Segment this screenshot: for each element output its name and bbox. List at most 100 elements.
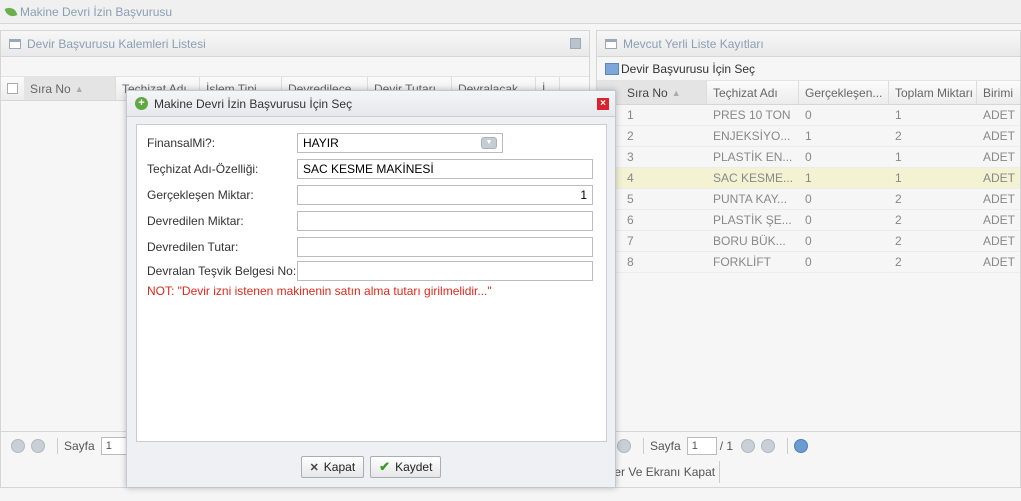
column-techizat-adi[interactable]: Teçhizat Adı xyxy=(707,81,799,104)
table-cell: 0 xyxy=(805,192,812,206)
tesvik-row: Devralan Teşvik Belgesi No: xyxy=(147,261,593,281)
table-cell: PRES 10 TON xyxy=(713,108,791,122)
leaf-icon xyxy=(4,5,18,18)
select-for-transfer-button[interactable]: Devir Başvurusu İçin Seç xyxy=(621,62,755,76)
check-icon: ✔ xyxy=(379,459,391,474)
techizat-field[interactable]: SAC KESME MAKİNESİ xyxy=(297,159,593,179)
devredilen-tutar-field[interactable] xyxy=(297,237,593,257)
kalem-toolbar xyxy=(1,57,589,77)
table-cell: 1 xyxy=(895,108,902,122)
finansal-label: FinansalMi?: xyxy=(147,136,216,150)
pager-divider xyxy=(787,437,789,454)
save-button-label: Kaydet xyxy=(395,460,433,474)
sort-asc-icon: ▲ xyxy=(671,87,681,98)
close-button-label: Kapat xyxy=(323,460,356,474)
table-row[interactable]: 4 SAC KESME... 1 1 ADET xyxy=(597,168,1020,189)
table-cell: PLASTİK EN... xyxy=(713,150,793,164)
tesvik-label: Devralan Teşvik Belgesi No: xyxy=(147,264,297,278)
column-birimi[interactable]: Birimi xyxy=(977,81,1017,104)
close-icon[interactable]: × xyxy=(597,98,609,110)
table-cell: ADET xyxy=(983,108,1016,122)
mevcut-liste-header: Mevcut Yerli Liste Kayıtları xyxy=(597,31,1020,57)
table-row[interactable]: 5 PUNTA KAY... 0 2 ADET xyxy=(597,189,1020,210)
app-title: Makine Devri İzin Başvurusu xyxy=(20,4,173,19)
dialog-title: Makine Devri İzin Başvurusu İçin Seç xyxy=(154,96,353,111)
table-cell: 2 xyxy=(895,255,902,269)
mevcut-pager: Sayfa 1 / 1 xyxy=(597,431,1020,459)
gerceklesen-row: Gerçekleşen Miktar: 1 xyxy=(147,185,593,205)
table-row[interactable]: 2 ENJEKSİYO... 1 2 ADET xyxy=(597,126,1020,147)
add-icon: + xyxy=(135,97,148,110)
table-cell: 1 xyxy=(895,171,902,185)
table-cell: ADET xyxy=(983,150,1016,164)
window-icon xyxy=(605,38,617,49)
table-cell: ADET xyxy=(983,213,1016,227)
column-toplam-miktari[interactable]: Toplam Miktarı xyxy=(889,81,977,104)
table-cell: 2 xyxy=(895,129,902,143)
select-dialog: + Makine Devri İzin Başvurusu İçin Seç ×… xyxy=(126,90,616,488)
gerceklesen-field[interactable]: 1 xyxy=(297,185,593,205)
finansal-value: HAYIR xyxy=(303,136,339,150)
mevcut-liste-title: Mevcut Yerli Liste Kayıtları xyxy=(623,36,764,51)
page-total: / 1 xyxy=(719,438,734,453)
devredilen-tutar-row: Devredilen Tutar: xyxy=(147,237,593,257)
pager-divider xyxy=(643,437,644,454)
finansal-select[interactable]: HAYIR ▼ xyxy=(297,133,503,153)
page-number-input[interactable]: 1 xyxy=(686,436,717,455)
select-all-checkbox[interactable] xyxy=(7,83,18,94)
close-button[interactable]: ✕ Kapat xyxy=(300,456,365,478)
devredilen-miktar-label: Devredilen Miktar: xyxy=(147,214,244,228)
table-cell: 2 xyxy=(895,234,902,248)
table-row[interactable]: 8 FORKLİFT 0 2 ADET xyxy=(597,252,1020,273)
devredilen-tutar-label: Devredilen Tutar: xyxy=(147,240,239,254)
tesvik-field[interactable] xyxy=(297,261,593,281)
pager-label: Sayfa xyxy=(650,438,681,453)
mevcut-toolbar: Devir Başvurusu İçin Seç xyxy=(597,57,1020,81)
dialog-header: + Makine Devri İzin Başvurusu İçin Seç × xyxy=(127,91,615,117)
table-cell: 0 xyxy=(805,255,812,269)
table-cell: ADET xyxy=(983,129,1016,143)
refresh-icon[interactable] xyxy=(794,438,809,453)
table-row[interactable]: 6 PLASTİK ŞE... 0 2 ADET xyxy=(597,210,1020,231)
table-cell: 0 xyxy=(805,150,812,164)
table-cell: ADET xyxy=(983,192,1016,206)
prev-page-icon[interactable] xyxy=(617,438,631,453)
gerceklesen-label: Gerçekleşen Miktar: xyxy=(147,188,254,202)
kalem-list-header: Devir Başvurusu Kalemleri Listesi xyxy=(1,31,589,57)
column-sira-no[interactable]: Sıra No ▲ xyxy=(24,77,116,100)
table-cell: ENJEKSİYO... xyxy=(713,129,791,143)
table-cell: FORKLİFT xyxy=(713,255,772,269)
table-cell: 0 xyxy=(805,213,812,227)
first-page-icon[interactable] xyxy=(11,438,25,453)
table-row[interactable]: 7 BORU BÜK... 0 2 ADET xyxy=(597,231,1020,252)
kalem-list-title: Devir Başvurusu Kalemleri Listesi xyxy=(27,36,206,51)
mevcut-grid-header: Sıra No ▲ Teçhizat Adı Gerçekleşen... Top… xyxy=(597,81,1020,105)
next-page-icon[interactable] xyxy=(741,438,756,453)
table-cell: PLASTİK ŞE... xyxy=(713,213,792,227)
window-icon xyxy=(9,38,21,49)
mevcut-liste-panel: Mevcut Yerli Liste Kayıtları Devir Başvu… xyxy=(596,30,1021,488)
table-cell: 0 xyxy=(805,234,812,248)
table-cell: BORU BÜK... xyxy=(713,234,786,248)
sort-asc-icon: ▲ xyxy=(74,83,84,94)
table-cell: ADET xyxy=(983,234,1016,248)
table-row[interactable]: 1 PRES 10 TON 0 1 ADET xyxy=(597,105,1020,126)
techizat-label: Teçhizat Adı-Özelliği: xyxy=(147,162,259,176)
devredilen-miktar-field[interactable] xyxy=(297,211,593,231)
last-page-icon[interactable] xyxy=(761,438,776,453)
prev-page-icon[interactable] xyxy=(31,438,45,453)
table-cell: SAC KESME... xyxy=(713,171,794,185)
table-row[interactable]: 3 PLASTİK EN... 0 1 ADET xyxy=(597,147,1020,168)
collapse-icon[interactable] xyxy=(570,38,581,49)
pager-label: Sayfa xyxy=(64,438,95,453)
select-icon xyxy=(605,62,619,75)
save-button[interactable]: ✔ Kaydet xyxy=(370,456,442,478)
dialog-form: FinansalMi?: HAYIR ▼ Teçhizat Adı-Özelli… xyxy=(136,124,607,442)
pager-divider xyxy=(57,437,58,454)
dialog-footer: ✕ Kapat ✔ Kaydet xyxy=(127,447,615,487)
devredilen-miktar-row: Devredilen Miktar: xyxy=(147,211,593,231)
chevron-down-icon[interactable]: ▼ xyxy=(481,137,497,149)
table-cell: PUNTA KAY... xyxy=(713,192,788,206)
column-gerceklesen[interactable]: Gerçekleşen... xyxy=(799,81,889,104)
table-cell: 1 xyxy=(805,129,812,143)
